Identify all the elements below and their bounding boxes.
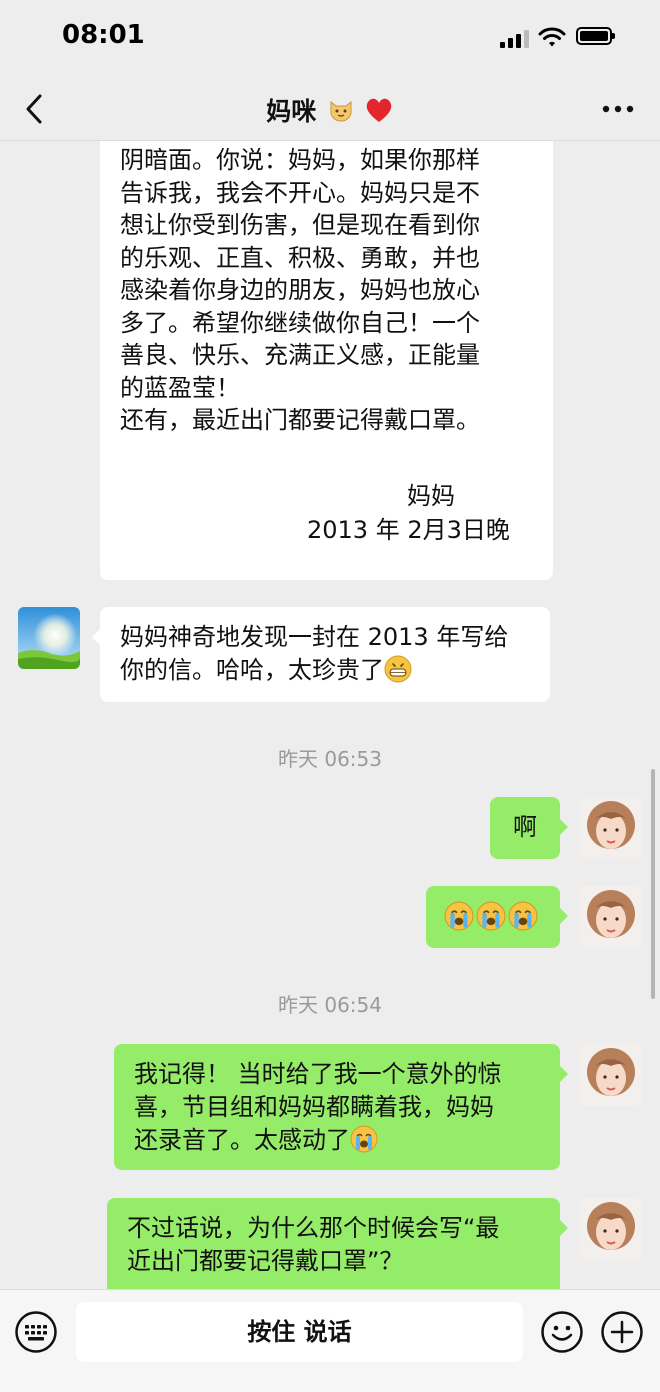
- grinning-emoji-icon: [384, 655, 412, 683]
- avatar-me[interactable]: [580, 1044, 642, 1106]
- letter-line: 多了。希望你继续做你自己！一个: [120, 308, 480, 337]
- mom-message-line-2-text: 你的信。哈哈，太珍贵了: [120, 656, 384, 684]
- message-line-2: 近出门都要记得戴口罩”？: [127, 1247, 404, 1275]
- avatar-me[interactable]: [580, 797, 642, 859]
- message-line-3-text: 还录音了。太感动了: [134, 1126, 350, 1154]
- timestamp: 昨天 06:53: [278, 747, 382, 771]
- outgoing-message-bubble[interactable]: 不过话说，为什么那个时候会写“最 近出门都要记得戴口罩”？: [107, 1198, 568, 1289]
- crying-emoji-icon: [350, 1125, 378, 1153]
- keyboard-icon[interactable]: [14, 1310, 58, 1354]
- mom-message-line-2: 你的信。哈哈，太珍贵了: [120, 654, 530, 687]
- status-bar: 08:01: [0, 0, 660, 78]
- message-line-3: 还录音了。太感动了: [134, 1124, 540, 1157]
- timestamp: 昨天 06:54: [278, 993, 382, 1017]
- mom-message-bubble[interactable]: 妈妈神奇地发现一封在 2013 年写给 你的信。哈哈，太珍贵了: [92, 607, 550, 702]
- chat-header: 妈咪: [0, 78, 660, 141]
- message-line-1: 我记得！ 当时给了我一个意外的惊: [134, 1060, 502, 1088]
- message-line-1: 不过话说，为什么那个时候会写“最: [127, 1214, 500, 1242]
- letter-line: 还有，最近出门都要记得戴口罩。: [120, 406, 480, 434]
- avatar-mom[interactable]: [18, 607, 80, 669]
- letter-line: 善良、快乐、充满正义感，正能量: [120, 341, 480, 369]
- crying-emoji-icon: [508, 901, 538, 931]
- letter-line: 的乐观、正直、积极、勇敢，并也: [120, 243, 480, 272]
- letter-line: 的蓝盈莹！: [120, 373, 240, 402]
- message-list[interactable]: 阴暗面。你说：妈妈，如果你那样 告诉我，我会不开心。妈妈只是不 想让你受到伤害，…: [0, 141, 660, 1289]
- sunny-meadow-avatar-image: [18, 607, 80, 669]
- outgoing-message-bubble[interactable]: 啊: [490, 797, 568, 859]
- letter-line: 想让你受到伤害，但是现在看到你: [120, 211, 480, 239]
- outgoing-message-bubble[interactable]: 我记得！ 当时给了我一个意外的惊 喜，节目组和妈妈都瞒着我，妈妈 还录音了。太感…: [114, 1044, 568, 1170]
- girl-portrait-avatar-image: [580, 1044, 642, 1106]
- chat-title: 妈咪: [0, 92, 660, 128]
- red-heart-icon: [366, 98, 391, 122]
- avatar-me[interactable]: [580, 1198, 642, 1260]
- wifi-icon: [538, 27, 566, 47]
- letter-line: 告诉我，我会不开心。妈妈只是不: [120, 178, 480, 207]
- letter-date: 2013 年 2月3日晚: [307, 516, 510, 544]
- smiley-icon[interactable]: [540, 1310, 584, 1354]
- hold-to-talk-button[interactable]: 按住 说话: [76, 1302, 523, 1362]
- plus-icon[interactable]: [600, 1310, 644, 1354]
- message-line-2: 喜，节目组和妈妈都瞒着我，妈妈: [134, 1093, 494, 1121]
- letter-signature: 妈妈: [407, 482, 455, 510]
- status-time: 08:01: [62, 20, 145, 50]
- letter-line: 阴暗面。你说：妈妈，如果你那样: [120, 146, 480, 174]
- girl-portrait-avatar-image: [580, 886, 642, 948]
- battery-icon: [576, 27, 615, 45]
- input-bar: 按住 说话: [0, 1289, 660, 1392]
- crying-emoji-icon: [476, 901, 506, 931]
- cellular-signal-icon: [500, 30, 530, 48]
- girl-portrait-avatar-image: [580, 1198, 642, 1260]
- cat-face-emoji-icon: [330, 100, 352, 122]
- scrollbar[interactable]: [651, 769, 655, 999]
- letter-body: 阴暗面。你说：妈妈，如果你那样 告诉我，我会不开心。妈妈只是不 想让你受到伤害，…: [120, 144, 480, 437]
- outgoing-emoji-bubble[interactable]: [426, 886, 568, 948]
- message-text: 啊: [513, 813, 537, 841]
- letter-line: 感染着你身边的朋友，妈妈也放心: [120, 276, 480, 304]
- girl-portrait-avatar-image: [580, 797, 642, 859]
- mom-message-line-1: 妈妈神奇地发现一封在 2013 年写给: [120, 623, 509, 651]
- avatar-me[interactable]: [580, 886, 642, 948]
- contact-name: 妈咪: [266, 97, 317, 126]
- crying-emoji-icon: [444, 901, 474, 931]
- letter-message-bubble[interactable]: 阴暗面。你说：妈妈，如果你那样 告诉我，我会不开心。妈妈只是不 想让你受到伤害，…: [100, 141, 553, 580]
- more-dots-icon[interactable]: [598, 92, 638, 126]
